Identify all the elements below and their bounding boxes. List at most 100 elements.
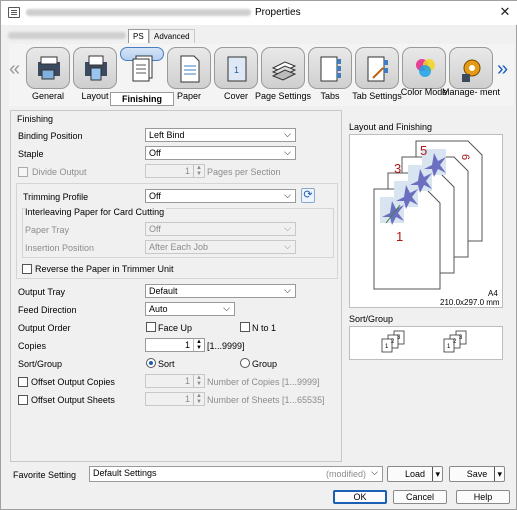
offset-sheets-unit: Number of Sheets [1...65535] — [207, 395, 325, 405]
divide-output-spinner[interactable]: 1 ▲ ▼ — [145, 164, 205, 178]
cancel-button[interactable]: Cancel — [393, 490, 447, 504]
copies-range: [1...9999] — [207, 341, 245, 351]
load-button[interactable]: Load ▾ — [387, 466, 443, 482]
category-color-mode[interactable] — [402, 47, 446, 89]
category-tab-settings[interactable] — [355, 47, 399, 89]
offset-copies-unit: Number of Copies [1...9999] — [207, 377, 320, 387]
window-title: Properties — [255, 7, 301, 18]
tabs-icon — [320, 56, 341, 82]
n-to-1-checkbox[interactable] — [240, 322, 250, 332]
face-up-label: Face Up — [158, 323, 193, 333]
tab-advanced[interactable]: Advanced — [149, 29, 195, 43]
save-dropdown-icon[interactable]: ▾ — [494, 467, 502, 481]
management-gear-icon — [462, 59, 481, 82]
help-button[interactable]: Help — [456, 490, 510, 504]
page-settings-icon — [271, 61, 297, 81]
trimming-profile-label: Trimming Profile — [23, 192, 89, 202]
n-to-1-label: N to 1 — [252, 323, 277, 333]
close-icon[interactable]: ✕ — [497, 4, 513, 20]
spinner-arrows-icon[interactable]: ▲ ▼ — [193, 375, 204, 387]
group-radio[interactable] — [240, 358, 250, 368]
group-radio-label: Group — [252, 359, 278, 369]
spinner-arrows-icon[interactable]: ▲ ▼ — [193, 165, 204, 177]
category-management[interactable] — [449, 47, 493, 89]
spinner-arrows-icon[interactable]: ▲ ▼ — [193, 393, 204, 405]
staple-label: Staple — [18, 149, 44, 159]
category-tabs[interactable] — [308, 47, 352, 89]
page-number-1: 1 — [396, 229, 404, 244]
finishing-icon — [132, 55, 153, 82]
binding-position-value: Left Bind — [149, 130, 185, 140]
offset-copies-spinner[interactable]: 1 ▲ ▼ — [145, 374, 205, 388]
category-general[interactable] — [26, 47, 70, 89]
layout-preview: 5 3 6 1 A4 210.0x297.0 mm — [349, 134, 503, 308]
chevron-down-icon: ⌵ — [284, 129, 291, 139]
chevron-down-icon: ⌵ — [284, 241, 291, 251]
feed-direction-select[interactable]: Auto ⌵ — [145, 302, 235, 316]
properties-window: Properties ✕ PS Advanced « » General Lay… — [0, 0, 517, 510]
page-number-5: 5 — [420, 143, 428, 158]
category-finishing[interactable] — [120, 47, 164, 82]
output-tray-value: Default — [149, 286, 178, 296]
copies-label: Copies — [18, 341, 47, 351]
paper-tray-label: Paper Tray — [25, 225, 70, 235]
title-bar: Properties ✕ — [1, 1, 517, 25]
interleaving-title: Interleaving Paper for Card Cutting — [25, 207, 167, 217]
binding-position-select[interactable]: Left Bind ⌵ — [145, 128, 296, 142]
sort-sets-icon: 321 321 — [381, 330, 467, 353]
ok-button[interactable]: OK — [333, 490, 387, 504]
category-paper[interactable] — [167, 47, 211, 89]
load-button-label: Load — [404, 469, 426, 479]
offset-copies-checkbox[interactable] — [18, 377, 28, 387]
copies-spinner[interactable]: 1 ▲ ▼ — [145, 338, 205, 352]
cover-icon: 1 — [227, 56, 247, 82]
copies-value: 1 — [184, 340, 190, 350]
insertion-position-value: After Each Job — [149, 242, 209, 252]
divide-output-checkbox[interactable] — [18, 167, 28, 177]
reverse-paper-checkbox[interactable] — [22, 264, 32, 274]
trimming-profile-value: Off — [149, 191, 161, 201]
favorite-modified-status: (modified) — [326, 469, 367, 479]
category-management-label: Manage- ment — [441, 87, 501, 97]
spinner-arrows-icon[interactable]: ▲ ▼ — [193, 339, 204, 351]
tab-ps[interactable]: PS — [128, 29, 149, 43]
color-mode-icon — [416, 59, 435, 77]
chevron-down-icon: ⌵ — [284, 285, 291, 295]
category-layout[interactable] — [73, 47, 117, 89]
face-up-checkbox[interactable] — [146, 322, 156, 332]
offset-copies-label: Offset Output Copies — [31, 377, 115, 387]
chevron-down-icon: ⌵ — [223, 303, 230, 313]
chevron-down-icon: ⌵ — [284, 223, 291, 233]
scroll-left-icon[interactable]: « — [9, 59, 20, 79]
finishing-section-title: Finishing — [17, 114, 54, 124]
offset-sheets-checkbox[interactable] — [18, 395, 28, 405]
offset-sheets-spinner[interactable]: 1 ▲ ▼ — [145, 392, 205, 406]
category-cover[interactable]: 1 — [214, 47, 258, 89]
chevron-down-icon: ⌵ — [284, 147, 291, 157]
trimming-profile-select[interactable]: Off ⌵ — [145, 189, 296, 203]
scroll-right-icon[interactable]: » — [497, 59, 508, 79]
category-page-settings[interactable] — [261, 47, 305, 89]
paper-tray-value: Off — [149, 224, 161, 234]
paper-tray-select[interactable]: Off ⌵ — [145, 222, 296, 236]
insertion-position-label: Insertion Position — [25, 243, 95, 253]
save-button-label: Save — [466, 469, 488, 479]
general-printer-icon — [38, 56, 60, 80]
save-button[interactable]: Save ▾ — [449, 466, 505, 482]
favorite-setting-label: Favorite Setting — [13, 470, 77, 480]
redacted-driver-name — [8, 32, 126, 39]
favorite-setting-value: Default Settings — [93, 468, 157, 478]
layout-icon — [85, 55, 107, 81]
sort-radio[interactable] — [146, 358, 156, 368]
refresh-icon[interactable]: ⟳ — [301, 188, 315, 203]
pages-per-section-label: Pages per Section — [207, 167, 281, 177]
offset-sheets-label: Offset Output Sheets — [31, 395, 115, 405]
insertion-position-select[interactable]: After Each Job ⌵ — [145, 240, 296, 254]
load-dropdown-icon[interactable]: ▾ — [432, 467, 440, 481]
paper-icon — [180, 55, 200, 83]
staple-select[interactable]: Off ⌵ — [145, 146, 296, 160]
binding-position-label: Binding Position — [18, 131, 83, 141]
tab-settings-icon — [367, 56, 388, 82]
favorite-setting-select[interactable]: Default Settings (modified) ⌵ — [89, 466, 383, 482]
output-tray-select[interactable]: Default ⌵ — [145, 284, 296, 298]
